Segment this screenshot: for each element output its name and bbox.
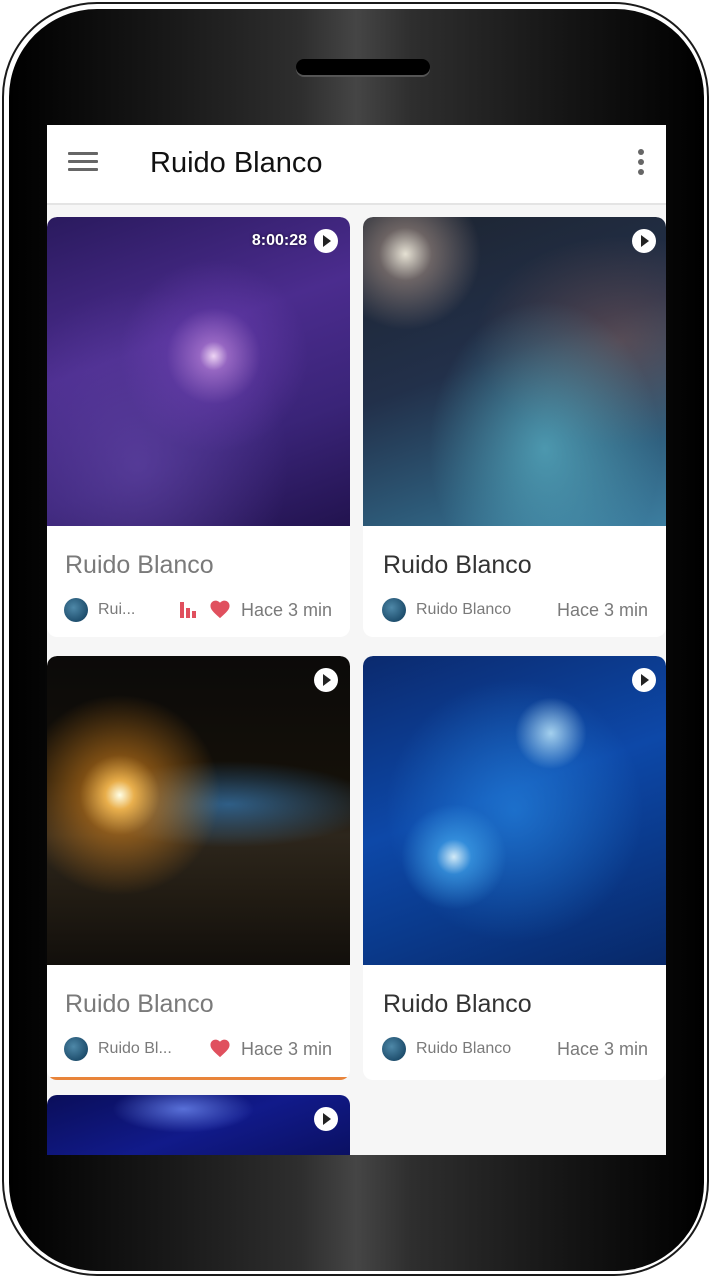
author-name: Rui... bbox=[98, 601, 136, 618]
card-meta: Ruido Blanco Hace 3 min bbox=[382, 597, 648, 623]
playback-progress-bar bbox=[49, 1077, 349, 1080]
card-meta: Rui... Hace 3 min bbox=[64, 597, 332, 623]
phone-speaker bbox=[296, 59, 430, 75]
play-icon[interactable] bbox=[314, 1107, 338, 1131]
avatar bbox=[382, 598, 406, 622]
track-card[interactable]: Ruido Blanco Ruido Blanco Hace 3 min bbox=[363, 656, 666, 1080]
heart-icon[interactable] bbox=[209, 599, 231, 619]
more-vertical-icon[interactable] bbox=[635, 149, 647, 179]
author-name: Ruido Blanco bbox=[416, 1040, 512, 1057]
time-ago: Hace 3 min bbox=[240, 600, 332, 620]
card-thumbnail-nebula[interactable] bbox=[363, 217, 666, 526]
app-screen: Ruido Blanco 8:00:28 Ruido Blanco Rui...… bbox=[47, 125, 666, 1155]
play-icon[interactable] bbox=[314, 668, 338, 692]
card-meta: Ruido Blanco Hace 3 min bbox=[382, 1036, 648, 1062]
avatar bbox=[382, 1037, 406, 1061]
card-thumbnail-digital-brain[interactable] bbox=[363, 656, 666, 965]
card-title: Ruido Blanco bbox=[383, 551, 532, 579]
duration-label: 8:00:28 bbox=[251, 232, 307, 249]
hamburger-menu-icon[interactable] bbox=[68, 152, 98, 174]
equalizer-icon bbox=[180, 602, 196, 618]
card-thumbnail-purple-galaxy[interactable]: 8:00:28 bbox=[47, 217, 350, 526]
time-ago: Hace 3 min bbox=[556, 1039, 648, 1059]
avatar bbox=[64, 1037, 88, 1061]
author-name: Ruido Blanco bbox=[416, 601, 512, 618]
track-card[interactable]: Ruido Blanco Ruido Bl... Hace 3 min bbox=[47, 656, 350, 1080]
page-title: Ruido Blanco bbox=[150, 147, 323, 179]
card-meta: Ruido Bl... Hace 3 min bbox=[64, 1036, 332, 1062]
track-card[interactable]: Ruido Blanco Ruido Blanco Hace 3 min bbox=[363, 217, 666, 637]
author-name: Ruido Bl... bbox=[98, 1040, 172, 1057]
play-icon[interactable] bbox=[632, 229, 656, 253]
track-card[interactable]: 8:00:28 Ruido Blanco Rui... Hace 3 min bbox=[47, 217, 350, 637]
avatar bbox=[64, 598, 88, 622]
card-title: Ruido Blanco bbox=[65, 990, 214, 1018]
card-title: Ruido Blanco bbox=[65, 551, 214, 579]
card-thumbnail-earth-sunrise[interactable] bbox=[47, 656, 350, 965]
play-icon[interactable] bbox=[632, 668, 656, 692]
app-bar: Ruido Blanco bbox=[47, 125, 666, 205]
time-ago: Hace 3 min bbox=[240, 1039, 332, 1059]
card-title: Ruido Blanco bbox=[383, 990, 532, 1018]
play-icon[interactable] bbox=[314, 229, 338, 253]
time-ago: Hace 3 min bbox=[556, 600, 648, 620]
heart-icon[interactable] bbox=[209, 1038, 231, 1058]
card-thumbnail-neural-network[interactable] bbox=[47, 1095, 350, 1155]
